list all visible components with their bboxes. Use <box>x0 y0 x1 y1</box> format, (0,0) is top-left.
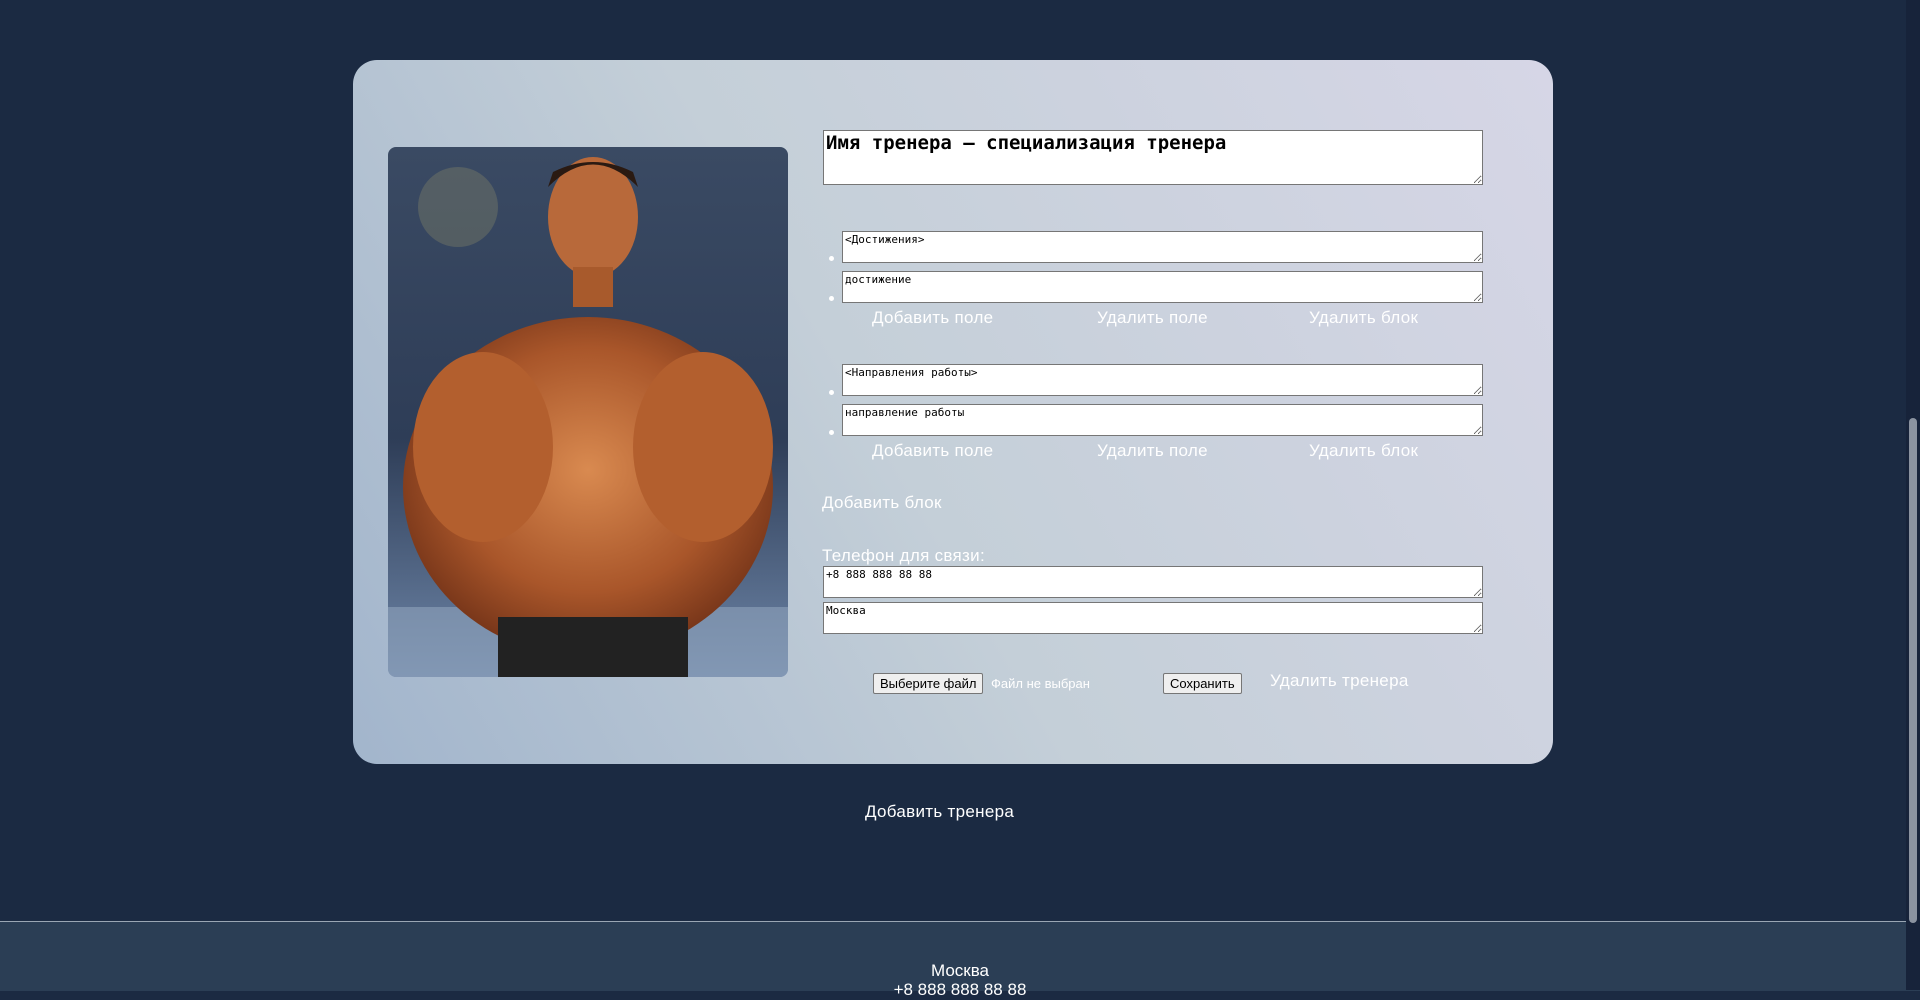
list-bullet <box>829 256 834 261</box>
phone-field[interactable]: +8 888 888 88 88 <box>823 566 1483 598</box>
delete-trainer-link[interactable]: Удалить тренера <box>1270 671 1409 691</box>
footer-phone: +8 888 888 88 88 <box>893 980 1027 999</box>
scrollbar-thumb[interactable] <box>1909 418 1917 923</box>
file-status-text: Файл не выбран <box>991 676 1090 691</box>
list-bullet <box>829 430 834 435</box>
save-button[interactable]: Сохранить <box>1163 673 1242 694</box>
directions-header-field[interactable]: <Направления работы> <box>842 364 1483 396</box>
remove-field-link[interactable]: Удалить поле <box>1097 308 1208 328</box>
trainer-card: Имя тренера — специализация тренера <Дос… <box>353 60 1553 764</box>
remove-block-link[interactable]: Удалить блок <box>1309 308 1418 328</box>
add-field-link[interactable]: Добавить поле <box>872 308 993 328</box>
remove-block-link[interactable]: Удалить блок <box>1309 441 1418 461</box>
choose-file-button[interactable]: Выберите файл <box>873 673 984 694</box>
footer: Москва +8 888 888 88 88 <box>0 921 1920 999</box>
list-bullet <box>829 390 834 395</box>
remove-field-link[interactable]: Удалить поле <box>1097 441 1208 461</box>
city-field[interactable]: Москва <box>823 602 1483 634</box>
trainer-title-field[interactable]: Имя тренера — специализация тренера <box>823 130 1483 185</box>
scrollbar[interactable] <box>1906 0 1920 990</box>
achievements-header-field[interactable]: <Достижения> <box>842 231 1483 263</box>
footer-city: Москва <box>930 961 990 980</box>
list-bullet <box>829 296 834 301</box>
achievement-item-field[interactable]: достижение <box>842 271 1483 303</box>
phone-label: Телефон для связи: <box>822 546 985 565</box>
direction-item-field[interactable]: направление работы <box>842 404 1483 436</box>
add-trainer-link[interactable]: Добавить тренера <box>865 802 1014 822</box>
add-block-link[interactable]: Добавить блок <box>822 493 942 513</box>
add-field-link[interactable]: Добавить поле <box>872 441 993 461</box>
trainer-photo <box>388 147 788 677</box>
